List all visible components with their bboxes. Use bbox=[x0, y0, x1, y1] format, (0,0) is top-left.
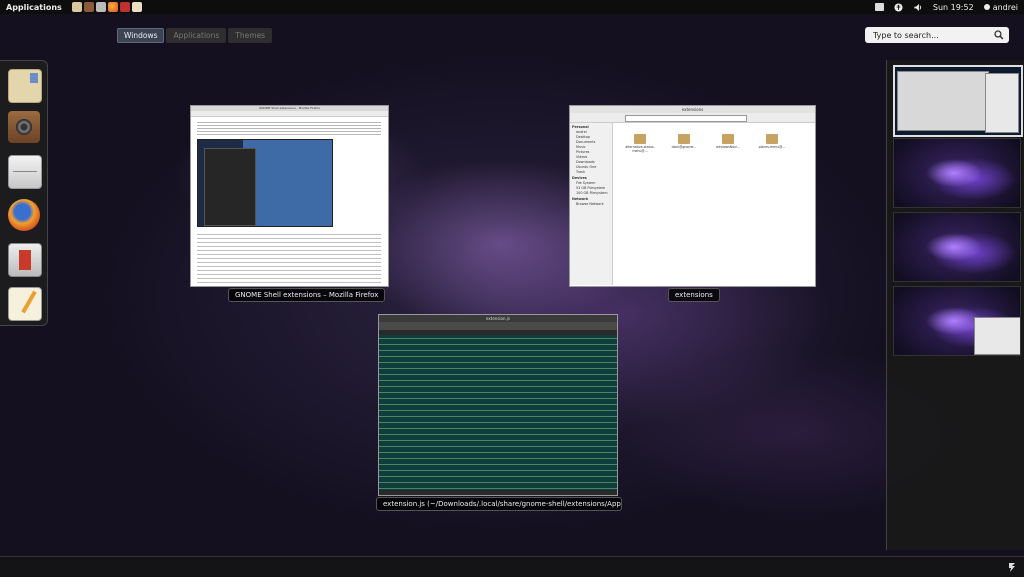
workspace-1[interactable] bbox=[893, 65, 1023, 137]
file-cabinet-icon[interactable] bbox=[95, 2, 106, 12]
folder-item[interactable]: places-menu@... bbox=[750, 134, 794, 149]
user-name: andrei bbox=[992, 2, 1018, 12]
mail-icon[interactable] bbox=[71, 2, 82, 12]
sidebar-item[interactable]: 53 GB Filesystem bbox=[570, 186, 612, 190]
fm-sidebar: Personal andrei Desktop Documents Music … bbox=[570, 123, 613, 285]
notification-icon[interactable] bbox=[1006, 561, 1018, 573]
sidebar-item[interactable]: Desktop bbox=[570, 135, 612, 139]
folder-item[interactable]: windowsNavi... bbox=[706, 134, 750, 149]
sidebar-item[interactable]: File System bbox=[570, 181, 612, 185]
user-menu[interactable]: andrei bbox=[983, 2, 1018, 12]
sidebar-item[interactable]: 100 GB Filesystem bbox=[570, 191, 612, 195]
sidebar-item[interactable]: Music bbox=[570, 145, 612, 149]
window-titlebar: extensions bbox=[570, 106, 815, 113]
firefox-icon[interactable] bbox=[107, 2, 118, 12]
text-editor-icon[interactable] bbox=[131, 2, 142, 12]
dash bbox=[0, 60, 48, 326]
sidebar-item[interactable]: Documents bbox=[570, 140, 612, 144]
editor-toolbar bbox=[379, 322, 617, 330]
page-content bbox=[197, 120, 381, 283]
folder-icon bbox=[722, 134, 734, 144]
workspace-4[interactable] bbox=[893, 286, 1021, 356]
window-caption: GNOME Shell extensions – Mozilla Firefox bbox=[228, 288, 386, 302]
stamp-icon bbox=[30, 73, 38, 83]
mini-window bbox=[985, 73, 1019, 133]
package-icon[interactable] bbox=[8, 243, 42, 277]
mini-window bbox=[974, 317, 1020, 355]
workspace-2[interactable] bbox=[893, 138, 1021, 208]
mail-icon[interactable] bbox=[8, 69, 42, 103]
mini-window bbox=[897, 71, 989, 131]
sidebar-item[interactable]: Devices bbox=[570, 176, 612, 180]
window-caption: extension.js (~/Downloads/.local/share/g… bbox=[376, 497, 622, 511]
overview-tabs: Windows Applications Themes bbox=[117, 28, 273, 43]
window-caption: extensions bbox=[668, 288, 720, 302]
tab-applications[interactable]: Applications bbox=[166, 28, 227, 43]
message-tray bbox=[0, 556, 1024, 577]
applications-menu[interactable]: Applications bbox=[0, 3, 68, 12]
sidebar-item[interactable]: Browse Network bbox=[570, 202, 612, 206]
folder-icon[interactable] bbox=[874, 3, 884, 11]
window-thumbnail-firefox[interactable]: GNOME Shell extensions - Mozilla Firefox bbox=[190, 105, 389, 287]
text-lines-bottom bbox=[197, 231, 381, 283]
sidebar-item[interactable]: Pictures bbox=[570, 150, 612, 154]
top-panel: Applications Sun 19:52 andrei bbox=[0, 0, 1024, 14]
folder-label: windowsNavi... bbox=[716, 145, 740, 149]
tab-themes[interactable]: Themes bbox=[228, 28, 273, 43]
user-status-icon bbox=[983, 4, 990, 10]
window-thumbnail-text-editor[interactable]: extension.js bbox=[378, 314, 618, 496]
folder-label: places-menu@... bbox=[758, 145, 786, 149]
file-cabinet-icon[interactable] bbox=[8, 155, 42, 189]
speaker-icon[interactable] bbox=[83, 2, 94, 12]
sidebar-item[interactable]: Downloads bbox=[570, 160, 612, 164]
sidebar-item[interactable]: andrei bbox=[570, 130, 612, 134]
folder-icon bbox=[634, 134, 646, 144]
volume-icon[interactable] bbox=[913, 3, 923, 12]
fm-toolbar bbox=[570, 113, 815, 123]
workspace-3[interactable] bbox=[893, 212, 1021, 282]
workspace-switcher bbox=[886, 60, 1024, 550]
sidebar-item[interactable]: Personal bbox=[570, 125, 612, 129]
window-thumbnail-file-manager[interactable]: extensions Personal andrei Desktop Docum… bbox=[569, 105, 816, 287]
browser-toolbar bbox=[191, 111, 388, 117]
drawer-line bbox=[13, 171, 37, 172]
search-input[interactable] bbox=[871, 27, 995, 43]
text-lines bbox=[197, 120, 381, 136]
folder-item[interactable]: dock@gnome... bbox=[662, 134, 706, 149]
package-arrow bbox=[19, 250, 31, 270]
firefox-icon[interactable] bbox=[8, 199, 40, 231]
package-icon[interactable] bbox=[119, 2, 130, 12]
folder-icon bbox=[678, 134, 690, 144]
speaker-cone bbox=[16, 119, 32, 135]
clock[interactable]: Sun 19:52 bbox=[933, 3, 974, 12]
folder-label: alternative-status-menu@... bbox=[625, 145, 655, 153]
location-bar bbox=[625, 115, 747, 122]
status-bar bbox=[379, 490, 617, 495]
folder-label: dock@gnome... bbox=[671, 145, 697, 149]
tab-windows[interactable]: Windows bbox=[117, 28, 165, 43]
search-icon bbox=[994, 30, 1004, 40]
pencil-shape bbox=[21, 290, 37, 314]
menu-panel bbox=[204, 148, 256, 226]
sidebar-item[interactable]: Network bbox=[570, 197, 612, 201]
sidebar-item[interactable]: Trash bbox=[570, 170, 612, 174]
window-titlebar: extension.js bbox=[379, 315, 617, 322]
folder-item[interactable]: alternative-status-menu@... bbox=[618, 134, 662, 153]
text-editor-icon[interactable] bbox=[8, 287, 42, 321]
fm-content: alternative-status-menu@... dock@gnome..… bbox=[618, 126, 808, 276]
code-area bbox=[379, 335, 617, 490]
embedded-screenshot bbox=[197, 139, 333, 227]
accessibility-icon[interactable] bbox=[894, 2, 903, 12]
folder-icon bbox=[766, 134, 778, 144]
panel-launchers bbox=[71, 2, 142, 12]
sidebar-item[interactable]: Videos bbox=[570, 155, 612, 159]
search-box bbox=[865, 27, 1009, 43]
sidebar-item[interactable]: Ubuntu One bbox=[570, 165, 612, 169]
speaker-icon[interactable] bbox=[8, 111, 40, 143]
